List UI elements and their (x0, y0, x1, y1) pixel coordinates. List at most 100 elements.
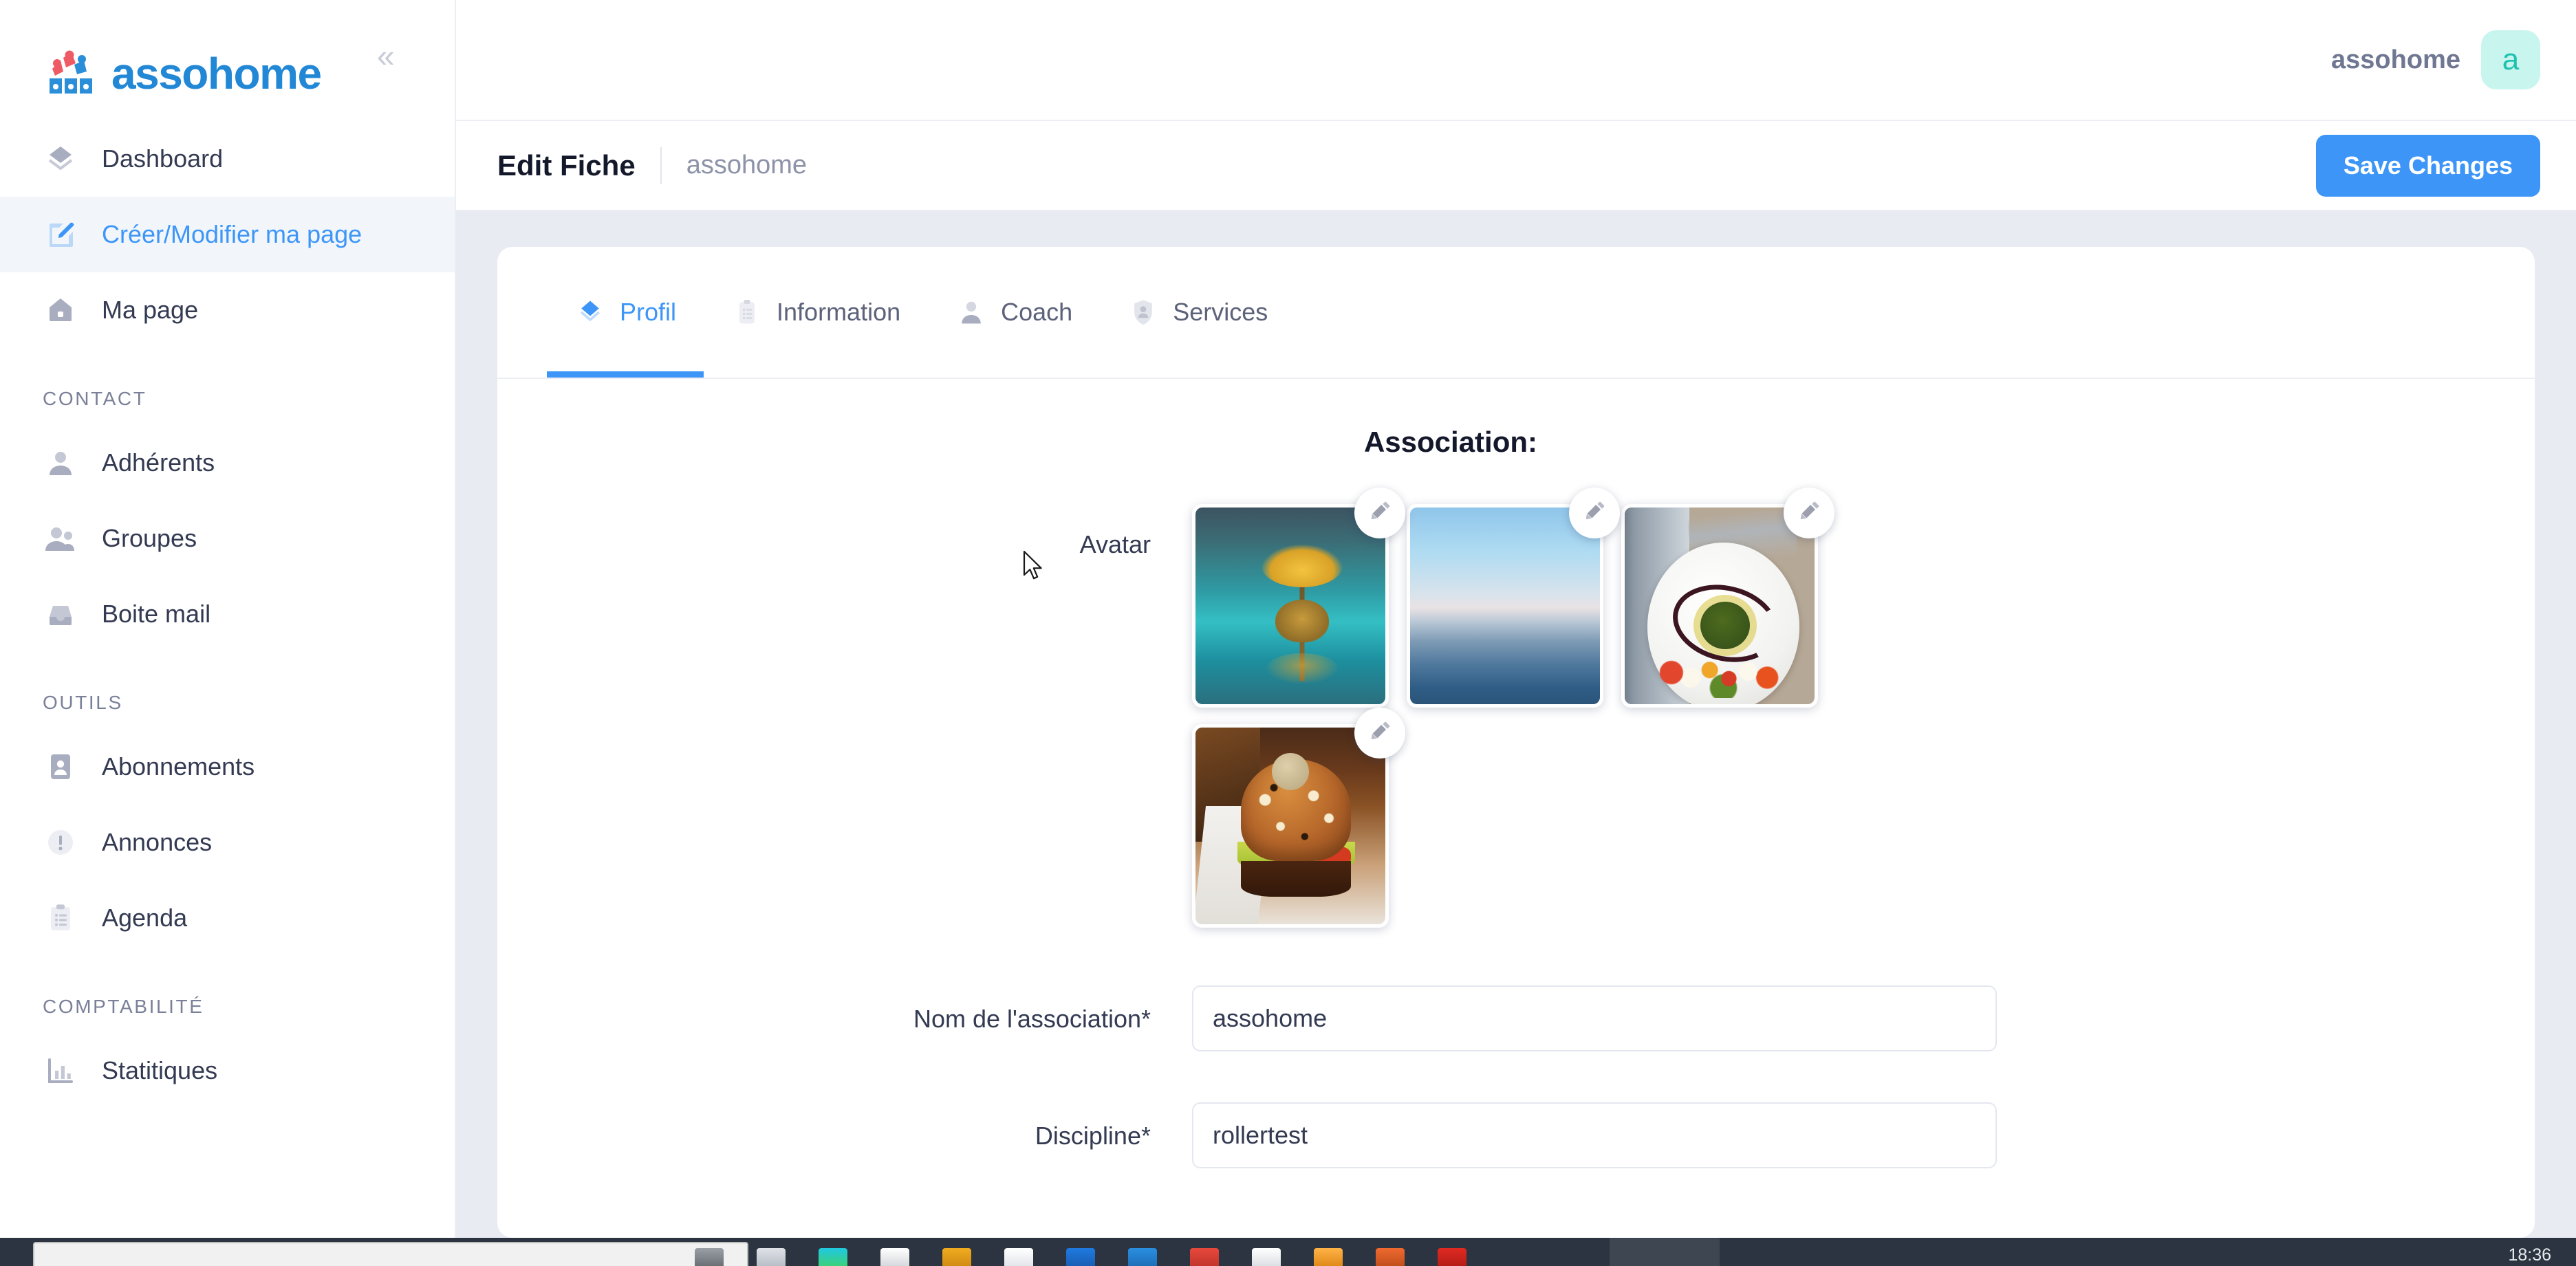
edit-fiche-card: Profil Information Coach Services Associ… (497, 247, 2535, 1238)
sidebar-item-abonnements[interactable]: Abonnements (0, 729, 455, 805)
tab-label: Profil (620, 298, 677, 326)
taskbar-icon-settings[interactable] (695, 1248, 724, 1266)
taskbar-icon-sublime[interactable] (1314, 1248, 1343, 1266)
taskbar-icon-terminal[interactable] (880, 1248, 909, 1266)
people-group-icon (43, 521, 78, 556)
avatar-form-row: Avatar (497, 488, 2535, 928)
taskbar-icon-files[interactable] (757, 1248, 786, 1266)
tab-label: Services (1173, 298, 1268, 326)
taskbar-window-preview[interactable] (33, 1242, 748, 1266)
avatar-gallery (1192, 488, 1834, 928)
sidebar-item-ma-page[interactable]: Ma page (0, 272, 455, 348)
nom-association-label: Nom de l'association* (913, 1005, 1151, 1033)
pencil-icon (1796, 499, 1822, 528)
taskbar-app-icons (695, 1238, 1466, 1266)
save-changes-button[interactable]: Save Changes (2315, 134, 2540, 197)
sidebar-item-label: Statitiques (102, 1056, 218, 1084)
taskbar-icon-drive[interactable] (1004, 1248, 1033, 1266)
tab-label: Information (777, 298, 901, 326)
sidebar-section-outils: OUTILS (43, 692, 123, 713)
taskbar-icon-vscode[interactable] (1128, 1248, 1157, 1266)
exclamation-circle-icon (43, 825, 78, 860)
sidebar-item-creer-modifier-ma-page[interactable]: Créer/Modifier ma page (0, 197, 455, 272)
sidebar-item-boite-mail[interactable]: Boite mail (0, 576, 455, 652)
clipboard-icon (731, 296, 763, 328)
sidebar-item-dashboard[interactable]: Dashboard (0, 121, 455, 197)
avatar-thumbnail-2[interactable] (1407, 488, 1620, 708)
avatar-label: Avatar (1079, 530, 1151, 558)
tab-information[interactable]: Information (704, 247, 928, 378)
home-icon (43, 292, 78, 328)
taskbar-icon-chrome[interactable] (1190, 1248, 1219, 1266)
bar-chart-icon (43, 1053, 78, 1089)
sidebar-item-label: Dashboard (102, 144, 224, 173)
avatar-image-burger[interactable] (1192, 724, 1389, 928)
tab-coach[interactable]: Coach (928, 247, 1100, 378)
tab-profil[interactable]: Profil (547, 247, 704, 378)
edit-avatar-button-3[interactable] (1784, 488, 1834, 538)
taskbar-icon-editor[interactable] (1066, 1248, 1095, 1266)
discipline-label: Discipline* (1035, 1122, 1151, 1150)
sidebar-item-label: Abonnements (102, 752, 255, 781)
person-icon (43, 445, 78, 481)
taskbar-clock[interactable]: 18:36 (2508, 1245, 2551, 1265)
pencil-icon (1581, 499, 1608, 528)
taskbar-icon-docs[interactable] (1252, 1248, 1281, 1266)
shield-person-icon (1127, 296, 1159, 328)
avatar-thumbnail-4[interactable] (1192, 708, 1405, 928)
breadcrumb-bar: Edit Fiche assohome Save Changes (456, 121, 2576, 211)
id-card-icon (43, 749, 78, 785)
nom-association-input[interactable] (1192, 985, 1997, 1051)
avatar-thumbnail-1[interactable] (1192, 488, 1405, 708)
sidebar: assohome « Dashboard Créer/Modifier ma p… (0, 0, 456, 1238)
pencil-icon (1367, 719, 1393, 748)
pencil-icon (1367, 499, 1393, 528)
nom-association-row: Nom de l'association* (497, 985, 2535, 1051)
brand-name: assohome (111, 49, 322, 98)
taskbar-icon-youtube[interactable] (1438, 1248, 1466, 1266)
breadcrumb-divider (660, 146, 662, 184)
association-heading: Association: (1363, 426, 1538, 458)
sidebar-item-agenda[interactable]: Agenda (0, 880, 455, 956)
taskbar-icon-postman[interactable] (1376, 1248, 1405, 1266)
assohome-logo-icon (43, 48, 102, 99)
discipline-row: Discipline* (497, 1102, 2535, 1168)
sidebar-item-label: Ma page (102, 296, 199, 324)
sidebar-item-groupes[interactable]: Groupes (0, 501, 455, 576)
sidebar-item-label: Boite mail (102, 600, 211, 628)
avatar-thumbnail-3[interactable] (1621, 488, 1834, 708)
taskbar-icon-folder[interactable] (942, 1248, 971, 1266)
taskbar-icon-firefox[interactable] (819, 1248, 847, 1266)
edit-avatar-button-1[interactable] (1354, 488, 1405, 538)
diamond-icon (574, 296, 606, 328)
sidebar-section-comptabilite: COMPTABILITÉ (43, 996, 204, 1017)
sidebar-item-label: Annonces (102, 828, 213, 856)
edit-avatar-button-2[interactable] (1569, 488, 1620, 538)
top-bar: assohome a (456, 0, 2576, 121)
sidebar-item-label: Adhérents (102, 448, 215, 477)
taskbar-active-highlight (1610, 1238, 1720, 1266)
clipboard-list-icon (43, 900, 78, 936)
sidebar-item-adherents[interactable]: Adhérents (0, 425, 455, 501)
edit-avatar-button-4[interactable] (1354, 708, 1405, 758)
edit-square-icon (43, 217, 78, 252)
tab-bar: Profil Information Coach Services (497, 247, 2535, 379)
inbox-icon (43, 596, 78, 632)
content-area: Profil Information Coach Services Associ… (456, 211, 2576, 1238)
avatar[interactable]: a (2481, 30, 2540, 89)
user-name: assohome (2331, 45, 2460, 74)
sidebar-item-statitiques[interactable]: Statitiques (0, 1033, 455, 1109)
sidebar-item-annonces[interactable]: Annonces (0, 805, 455, 880)
sidebar-item-label: Créer/Modifier ma page (102, 220, 362, 248)
tab-label: Coach (1001, 298, 1073, 326)
person-icon (955, 296, 987, 328)
sidebar-item-label: Groupes (102, 524, 197, 552)
avatar-image-plate[interactable] (1621, 504, 1818, 708)
breadcrumb: assohome (686, 151, 808, 179)
avatar-image-lake[interactable] (1192, 504, 1389, 708)
avatar-image-ocean[interactable] (1407, 504, 1603, 708)
discipline-input[interactable] (1192, 1102, 1997, 1168)
os-taskbar: 18:36 (0, 1238, 2576, 1266)
chevron-double-left-icon[interactable]: « (377, 40, 395, 72)
tab-services[interactable]: Services (1100, 247, 1295, 378)
